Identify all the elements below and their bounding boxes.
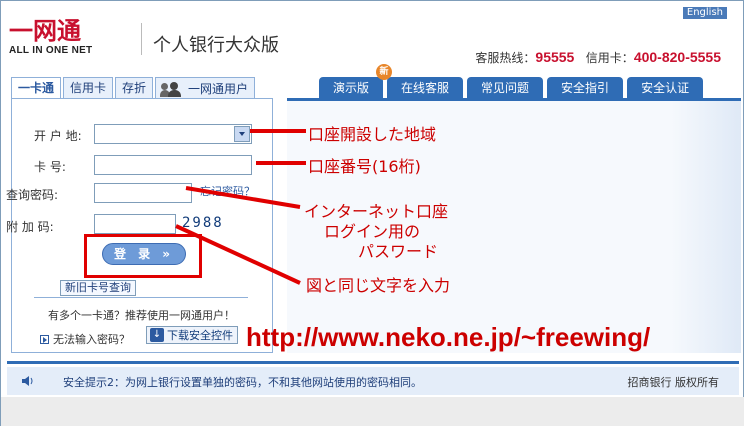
- annotation-card: 口座番号(16桁): [308, 157, 421, 176]
- annotation-region: 口座開設した地域: [308, 125, 437, 144]
- annotation-url: http://www.neko.ne.jp/~freewing/: [246, 322, 651, 352]
- login-button-highlight: [84, 234, 202, 278]
- annotation-captcha: 図と同じ文字を入力: [306, 276, 451, 295]
- annotation-password-3: パスワード: [358, 242, 439, 261]
